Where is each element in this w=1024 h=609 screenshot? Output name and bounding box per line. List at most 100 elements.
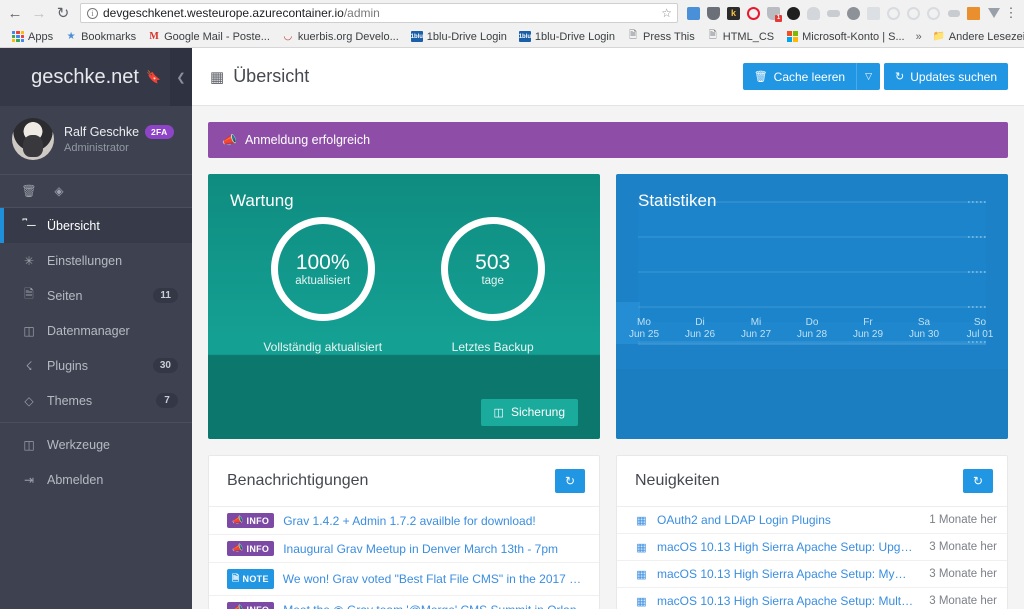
- clear-cache-dropdown-button[interactable]: ▽: [856, 63, 881, 90]
- statistics-chart[interactable]: Mo Jun 25 Di Jun 26 Mi Jun 27 Do Jun 28 …: [616, 194, 1008, 439]
- two-factor-badge: 2FA: [145, 124, 174, 139]
- x-tick: Fr Jun 29: [840, 317, 896, 341]
- bookmark-microsoft-konto[interactable]: Microsoft-Konto | S...: [780, 27, 911, 47]
- sidebar-collapse-button[interactable]: ❮: [170, 48, 192, 106]
- notification-link[interactable]: Grav 1.4.2 + Admin 1.7.2 availble for do…: [283, 514, 589, 528]
- bookmark-1blu-drive-2[interactable]: 1blu 1blu-Drive Login: [513, 27, 621, 47]
- trash-icon: 🗑: [753, 71, 768, 83]
- dial-unit: tage: [481, 275, 504, 287]
- news-link[interactable]: macOS 10.13 High Sierra Apache Setup: Mu…: [657, 594, 914, 608]
- bookmarks-overflow-icon[interactable]: »: [911, 31, 927, 43]
- site-info-icon[interactable]: i: [87, 7, 98, 19]
- cloud-extension-icon[interactable]: [804, 4, 823, 23]
- adblock-extension-icon[interactable]: 1: [764, 4, 783, 23]
- sidebar-item-themes[interactable]: ◇ Themes 7: [0, 383, 192, 418]
- bookmark-google-mail[interactable]: M Google Mail - Poste...: [142, 27, 276, 47]
- settings-extension-icon[interactable]: [904, 4, 923, 23]
- admin-app: geschke.net 🔖 ❮ Ralf Geschke 2FA Adminis…: [0, 48, 1024, 609]
- list-item[interactable]: 🗎 NOTE We won! Grav voted "Best Flat File…: [209, 563, 599, 596]
- list-item[interactable]: ▦ macOS 10.13 High Sierra Apache Setup: …: [617, 561, 1007, 588]
- notification-link[interactable]: Meet the ◉ Grav team '@Merge' CMS Summit…: [283, 603, 589, 609]
- page-title: ▦ Übersicht: [210, 66, 309, 87]
- x-tick-day: Fr: [863, 317, 873, 328]
- notifications-refresh-button[interactable]: ↻: [555, 469, 585, 493]
- trash-icon[interactable]: 🗑: [21, 184, 36, 198]
- sidebar-item-label: Abmelden: [47, 472, 104, 487]
- dashboard-scroll-area[interactable]: 📣 Anmeldung erfolgreich Wartung 100% akt…: [192, 106, 1024, 609]
- megaphone-icon: 📣: [222, 133, 237, 147]
- backup-button[interactable]: ◫ Sicherung: [480, 398, 578, 426]
- sidebar-item-einstellungen[interactable]: ✳ Einstellungen: [0, 243, 192, 278]
- bookmark-1blu-drive-1[interactable]: 1blu 1blu-Drive Login: [405, 27, 513, 47]
- news-timestamp: 3 Monate her: [929, 541, 997, 553]
- bookmark-kuerbis[interactable]: ◡ kuerbis.org Develo...: [276, 27, 405, 47]
- kimono-extension-icon[interactable]: k: [724, 4, 743, 23]
- news-link[interactable]: OAuth2 and LDAP Login Plugins: [657, 513, 914, 527]
- sidebar-item-seiten[interactable]: 🗎 Seiten 11: [0, 278, 192, 313]
- sidebar-item-uebersicht[interactable]: ⎴─ Übersicht: [0, 208, 192, 243]
- page-icon: 🗎: [24, 287, 34, 301]
- clear-cache-button[interactable]: 🗑 Cache leeren: [742, 63, 857, 90]
- sidebar-item-label: Themes: [47, 393, 93, 408]
- sidebar-item-datenmanager[interactable]: ◫ Datenmanager: [0, 313, 192, 348]
- vue-extension-icon[interactable]: [984, 4, 1003, 23]
- list-item[interactable]: 📣 INFO Grav 1.4.2 + Admin 1.7.2 availble …: [209, 507, 599, 535]
- moon-extension-icon[interactable]: [884, 4, 903, 23]
- dial-unit: aktualisiert: [295, 275, 351, 287]
- news-link[interactable]: macOS 10.13 High Sierra Apache Setup: Up…: [657, 540, 914, 554]
- bookmark-html-cs[interactable]: 🗎 HTML_CS: [701, 27, 780, 47]
- bookmark-pin-icon[interactable]: 🔖: [146, 70, 161, 84]
- bookmark-star-icon[interactable]: ☆: [661, 6, 672, 20]
- list-item[interactable]: ▦ macOS 10.13 High Sierra Apache Setup: …: [617, 588, 1007, 609]
- folder-icon: 📁: [932, 31, 945, 42]
- pocket-extension-icon[interactable]: [704, 4, 723, 23]
- status-badge: 📣INFO: [227, 602, 275, 609]
- list-item[interactable]: 📣INFO Meet the ◉ Grav team '@Merge' CMS …: [209, 596, 599, 609]
- list-item[interactable]: ▦ macOS 10.13 High Sierra Apache Setup: …: [617, 534, 1007, 561]
- notification-link[interactable]: We won! Grav voted "Best Flat File CMS" …: [283, 572, 589, 586]
- gem-icon[interactable]: ◈: [52, 184, 66, 198]
- other-bookmarks-folder[interactable]: 📁 Andere Lesezeichen: [927, 27, 1024, 47]
- check-updates-button[interactable]: ↻ Updates suchen: [884, 63, 1008, 90]
- gear-extension-icon[interactable]: [844, 4, 863, 23]
- login-success-alert: 📣 Anmeldung erfolgreich: [208, 122, 1008, 158]
- grid-icon: ⎴─: [22, 218, 36, 232]
- bookmark-label: 1blu-Drive Login: [426, 30, 507, 43]
- notification-link[interactable]: Inaugural Grav Meetup in Denver March 13…: [283, 542, 589, 556]
- bookmark-bookmarks[interactable]: ★ Bookmarks: [59, 27, 142, 47]
- back-arrow-icon[interactable]: ←: [4, 2, 26, 24]
- x-tick-date: Jun 29: [852, 329, 884, 340]
- screenshot-extension-icon[interactable]: [684, 4, 703, 23]
- puzzle-extension-icon[interactable]: [864, 4, 883, 23]
- fox-extension-icon[interactable]: [964, 4, 983, 23]
- sidebar-item-abmelden[interactable]: ⇥ Abmelden: [0, 462, 192, 497]
- capsule-extension-icon[interactable]: [824, 4, 843, 23]
- x-tick-day: Sa: [917, 317, 931, 328]
- link-extension-icon[interactable]: [944, 4, 963, 23]
- sidebar-item-count: 11: [153, 288, 178, 303]
- list-item[interactable]: 📣 INFO Inaugural Grav Meetup in Denver Ma…: [209, 535, 599, 563]
- sidebar-item-label: Werkzeuge: [47, 437, 110, 452]
- dashboard-top-row: Wartung 100% aktualisiert Vollständig ak…: [208, 174, 1008, 439]
- site-title[interactable]: geschke.net: [31, 66, 139, 89]
- browser-menu-icon[interactable]: ⋮: [1004, 5, 1018, 21]
- refresh-icon: ↻: [972, 474, 984, 488]
- firebase-extension-icon[interactable]: [784, 4, 803, 23]
- tag-label: INFO: [246, 515, 270, 526]
- bookmark-apps[interactable]: Apps: [6, 27, 59, 47]
- plug-icon: ☇: [25, 358, 33, 373]
- bookmark-press-this[interactable]: 🗎 Press This: [621, 27, 701, 47]
- news-link[interactable]: macOS 10.13 High Sierra Apache Setup: My…: [657, 567, 914, 581]
- dial-caption: Vollständig aktualisiert: [263, 340, 383, 354]
- forward-arrow-icon[interactable]: →: [28, 2, 50, 24]
- list-item[interactable]: ▦ OAuth2 and LDAP Login Plugins 1 Monate…: [617, 507, 1007, 534]
- reload-icon[interactable]: ↻: [52, 2, 74, 24]
- sidebar-item-werkzeuge[interactable]: ◫ Werkzeuge: [0, 427, 192, 462]
- user-block[interactable]: Ralf Geschke 2FA Administrator: [0, 106, 192, 175]
- angular-extension-icon[interactable]: [924, 4, 943, 23]
- news-icon: ▦: [636, 541, 647, 554]
- address-bar[interactable]: i devgeschkenet.westeurope.azurecontaine…: [80, 3, 678, 23]
- news-refresh-button[interactable]: ↻: [963, 469, 993, 493]
- sidebar-item-plugins[interactable]: ☇ Plugins 30: [0, 348, 192, 383]
- opera-extension-icon[interactable]: [744, 4, 763, 23]
